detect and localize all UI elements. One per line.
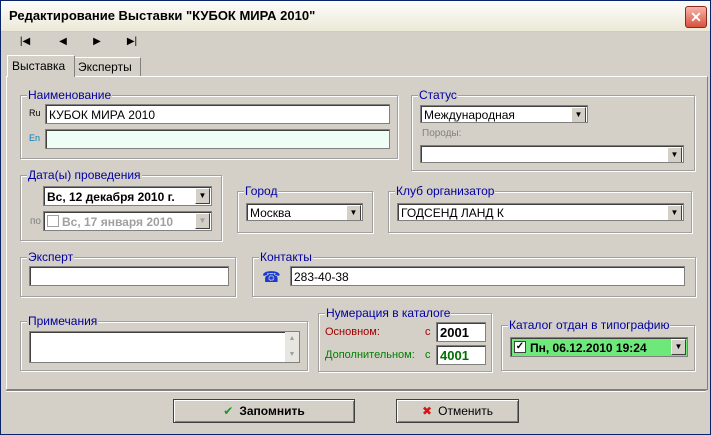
- close-button[interactable]: ✕: [685, 6, 707, 28]
- prev-record-button[interactable]: ◀: [49, 34, 77, 50]
- en-label: En: [29, 133, 41, 143]
- contacts-input[interactable]: 283-40-38: [290, 266, 685, 286]
- record-navigator: |◀ ◀ ▶ ▶|: [1, 32, 710, 52]
- cancel-button[interactable]: ✖ Отменить: [396, 399, 519, 423]
- date-to-label: по: [30, 216, 41, 227]
- divider: [6, 390, 706, 392]
- breeds-select[interactable]: ▼: [420, 145, 684, 163]
- status-group: Статус Международная ▼ Породы: ▼: [411, 88, 695, 171]
- main-numbering-input[interactable]: 2001: [436, 322, 486, 342]
- tab-experts[interactable]: Эксперты: [73, 57, 141, 77]
- last-record-button[interactable]: ▶|: [118, 34, 146, 50]
- catalog-group-legend: Нумерация в каталоге: [325, 306, 452, 320]
- save-button-label: Запомнить: [239, 404, 305, 418]
- next-record-button[interactable]: ▶: [83, 34, 111, 50]
- check-icon: ✔: [223, 404, 234, 418]
- save-button[interactable]: ✔ Запомнить: [173, 399, 355, 423]
- ru-label: Ru: [29, 108, 41, 118]
- status-group-legend: Статус: [418, 88, 458, 102]
- notes-group-legend: Примечания: [27, 314, 99, 328]
- club-value: ГОДСЕНД ЛАНД К: [401, 206, 504, 220]
- chevron-down-icon[interactable]: ▼: [346, 205, 361, 220]
- chevron-down-icon[interactable]: ▼: [671, 339, 686, 355]
- print-date-checkbox[interactable]: ✓: [514, 341, 526, 353]
- city-select[interactable]: Москва ▼: [246, 203, 363, 221]
- tab-exhibition[interactable]: Выставка: [7, 55, 75, 77]
- breeds-label: Породы:: [422, 128, 462, 139]
- chevron-down-icon[interactable]: ▼: [667, 147, 682, 162]
- scroll-up-icon[interactable]: ▲: [285, 332, 299, 346]
- dialog-window: Редактирование Выставки "КУБОК МИРА 2010…: [0, 0, 711, 435]
- contacts-group-legend: Контакты: [259, 250, 313, 264]
- notes-scrollbar[interactable]: ▲ ▼: [285, 332, 299, 362]
- print-catalog-group: Каталог отдан в типографию ✓ Пн, 06.12.2…: [501, 318, 695, 371]
- cancel-button-label: Отменить: [438, 404, 493, 418]
- dates-group: Дата(ы) проведения Вс, 12 декабря 2010 г…: [20, 168, 222, 241]
- date-from-picker[interactable]: Вс, 12 декабря 2010 г. ▼: [43, 186, 212, 206]
- tab-panel: Наименование Ru КУБОК МИРА 2010 En Стату…: [6, 76, 708, 390]
- name-group: Наименование Ru КУБОК МИРА 2010 En: [20, 88, 398, 159]
- window-title: Редактирование Выставки "КУБОК МИРА 2010…: [9, 8, 316, 23]
- club-group: Клуб организатор ГОДСЕНД ЛАНД К ▼: [388, 184, 692, 233]
- expert-group-legend: Эксперт: [27, 250, 75, 264]
- city-group-legend: Город: [244, 184, 279, 198]
- chevron-down-icon[interactable]: ▼: [667, 205, 682, 220]
- dates-group-legend: Дата(ы) проведения: [27, 168, 142, 182]
- catalog-numbering-group: Нумерация в каталоге Основном: с 2001 До…: [318, 306, 492, 372]
- chevron-down-icon[interactable]: ▼: [571, 107, 586, 122]
- contacts-group: Контакты ☎ 283-40-38: [252, 250, 696, 297]
- extra-numbering-label: Дополнительном:: [325, 349, 415, 361]
- scroll-down-icon[interactable]: ▼: [285, 348, 299, 362]
- first-record-button[interactable]: |◀: [11, 34, 39, 50]
- phone-icon: ☎: [262, 269, 281, 286]
- main-numbering-prefix: с: [425, 326, 431, 338]
- date-to-checkbox[interactable]: [47, 215, 59, 227]
- club-group-legend: Клуб организатор: [395, 184, 496, 198]
- city-value: Москва: [250, 206, 291, 220]
- expert-group: Эксперт: [20, 250, 236, 297]
- name-group-legend: Наименование: [27, 88, 113, 102]
- notes-group: Примечания ▲ ▼: [20, 314, 308, 371]
- city-group: Город Москва ▼: [237, 184, 373, 233]
- name-en-input[interactable]: [45, 129, 390, 149]
- club-select[interactable]: ГОДСЕНД ЛАНД К ▼: [397, 203, 684, 221]
- status-select[interactable]: Международная ▼: [420, 105, 588, 123]
- extra-numbering-input[interactable]: 4001: [436, 345, 486, 365]
- print-date-picker[interactable]: ✓ Пн, 06.12.2010 19:24 ▼: [510, 337, 688, 357]
- date-to-picker[interactable]: Вс, 17 января 2010 ▼: [43, 211, 212, 231]
- main-numbering-label: Основном:: [325, 326, 380, 338]
- notes-textarea[interactable]: [29, 331, 300, 363]
- date-from-value: Вс, 12 декабря 2010 г.: [47, 190, 175, 204]
- cross-icon: ✖: [422, 404, 433, 418]
- print-group-legend: Каталог отдан в типографию: [508, 318, 671, 332]
- name-ru-input[interactable]: КУБОК МИРА 2010: [45, 104, 390, 124]
- title-bar: Редактирование Выставки "КУБОК МИРА 2010…: [1, 1, 710, 32]
- status-value: Международная: [424, 108, 515, 122]
- extra-numbering-prefix: с: [425, 349, 431, 361]
- chevron-down-icon[interactable]: ▼: [195, 213, 210, 229]
- date-to-value: Вс, 17 января 2010: [62, 215, 174, 229]
- chevron-down-icon[interactable]: ▼: [195, 188, 210, 204]
- expert-input[interactable]: [29, 266, 229, 286]
- print-date-value: Пн, 06.12.2010 19:24: [530, 341, 647, 355]
